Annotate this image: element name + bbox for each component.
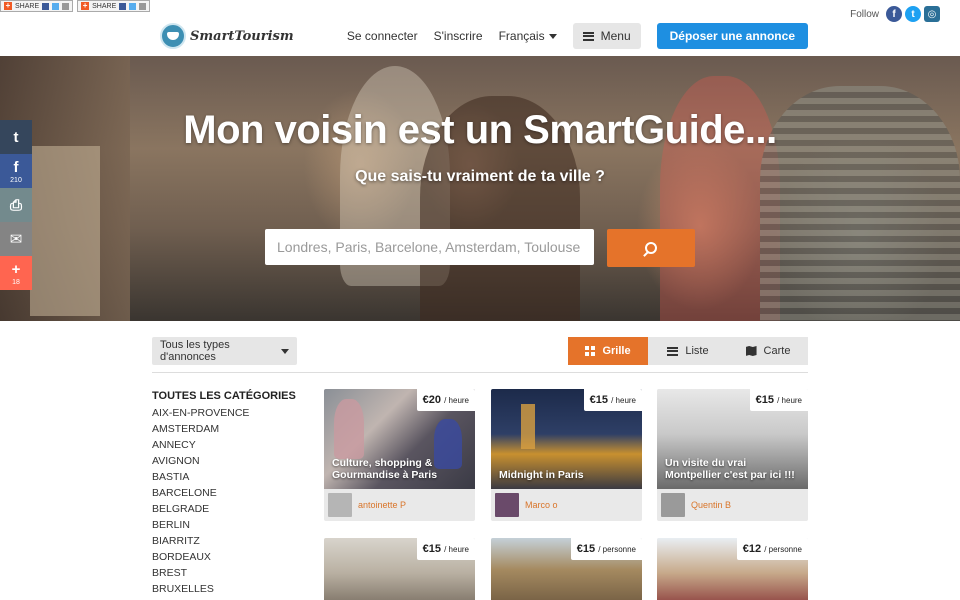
chevron-down-icon — [548, 33, 557, 39]
map-icon — [745, 346, 757, 356]
listing-card[interactable]: €20 / heure Culture, shopping & Gourmand… — [324, 389, 475, 521]
view-map-label: Carte — [763, 345, 791, 357]
language-select[interactable]: Français — [499, 29, 557, 43]
listing-author[interactable]: Quentin B — [661, 493, 731, 517]
listing-type-label: Tous les types d'annonces — [160, 339, 230, 363]
listing-card[interactable]: €15 / heure Un visite du vrai Montpellie… — [657, 389, 808, 521]
divider — [152, 372, 808, 373]
facebook-share-button[interactable]: f 210 — [0, 154, 32, 188]
view-map-button[interactable]: Carte — [728, 337, 808, 365]
hamburger-icon — [582, 31, 594, 41]
listing-card[interactable]: €12 / personne — [657, 538, 808, 600]
category-item[interactable]: BERLIN — [152, 517, 302, 533]
listing-price: €15 / heure — [583, 389, 642, 411]
email-icon: ✉ — [9, 231, 23, 248]
search-button[interactable] — [607, 229, 695, 267]
category-list: TOUTES LES CATÉGORIES AIX-EN-PROVENCE AM… — [152, 390, 302, 597]
more-share-count: 18 — [12, 278, 20, 286]
social-share-rail: t f 210 ⎙ ✉ + 18 — [0, 120, 32, 290]
brand-name: SmartTourism — [190, 28, 294, 44]
listing-card[interactable]: €15 / personne — [491, 538, 642, 600]
share-bar: + SHARE + SHARE — [0, 0, 151, 14]
email-share-button[interactable]: ✉ — [0, 222, 32, 256]
share-button[interactable]: + SHARE — [0, 0, 74, 12]
share-button-2[interactable]: + SHARE — [77, 0, 151, 12]
share-plus-icon: + — [11, 260, 21, 278]
avatar — [661, 493, 685, 517]
signup-link[interactable]: S'inscrire — [434, 29, 483, 43]
menu-button[interactable]: Menu — [572, 23, 641, 49]
search-icon — [645, 242, 657, 254]
menu-label: Menu — [600, 29, 631, 43]
category-item[interactable]: BORDEAUX — [152, 549, 302, 565]
listing-title: Culture, shopping & Gourmandise à Paris — [332, 457, 438, 481]
category-item[interactable]: BASTIA — [152, 469, 302, 485]
grid-icon — [585, 346, 596, 356]
category-item[interactable]: BRUXELLES — [152, 581, 302, 597]
hero-banner: Mon voisin est un SmartGuide... Que sais… — [0, 56, 960, 321]
addthis-icon: + — [81, 1, 90, 10]
listing-title: Un visite du vrai Montpellier c'est par … — [665, 457, 795, 481]
post-ad-button[interactable]: Déposer une annonce — [656, 23, 808, 49]
search-input[interactable] — [265, 229, 594, 265]
chevron-down-icon — [281, 348, 289, 354]
author-name: antoinette P — [358, 500, 407, 510]
logo-badge-icon — [160, 23, 186, 49]
site-header: SmartTourism Se connecter S'inscrire Fra… — [0, 14, 960, 56]
listing-title: Midnight in Paris — [499, 469, 584, 481]
facebook-icon: f — [13, 158, 19, 176]
twitter-mini-icon — [129, 2, 137, 10]
email-mini-icon — [139, 2, 147, 10]
login-link[interactable]: Se connecter — [347, 29, 418, 43]
listing-type-dropdown[interactable]: Tous les types d'annonces — [152, 337, 297, 365]
category-item[interactable]: AMSTERDAM — [152, 421, 302, 437]
list-icon — [667, 346, 679, 356]
category-item[interactable]: BELGRADE — [152, 501, 302, 517]
logo[interactable]: SmartTourism — [160, 23, 294, 49]
category-item[interactable]: BREST — [152, 565, 302, 581]
tumblr-share-button[interactable]: t — [0, 120, 32, 154]
category-item[interactable]: BIARRITZ — [152, 533, 302, 549]
category-item[interactable]: AIX-EN-PROVENCE — [152, 405, 302, 421]
email-mini-icon — [62, 2, 70, 10]
tumblr-icon: t — [13, 128, 19, 146]
print-button[interactable]: ⎙ — [0, 188, 32, 222]
listing-author[interactable]: antoinette P — [328, 493, 406, 517]
view-grid-button[interactable]: Grille — [568, 337, 648, 365]
category-item[interactable]: AVIGNON — [152, 453, 302, 469]
category-heading[interactable]: TOUTES LES CATÉGORIES — [152, 390, 302, 402]
category-item[interactable]: ANNECY — [152, 437, 302, 453]
top-nav: Se connecter S'inscrire Français Menu Dé… — [347, 23, 808, 49]
avatar — [495, 493, 519, 517]
listing-price: €15 / heure — [416, 538, 475, 560]
author-name: Quentin B — [691, 500, 732, 510]
view-grid-label: Grille — [602, 345, 631, 357]
listing-price: €12 / personne — [736, 538, 808, 560]
avatar — [328, 493, 352, 517]
view-list-button[interactable]: Liste — [648, 337, 728, 365]
listing-price: €15 / personne — [570, 538, 642, 560]
view-list-label: Liste — [685, 345, 709, 357]
language-label: Français — [498, 29, 545, 43]
listing-card[interactable]: €15 / heure Midnight in Paris Marco o — [491, 389, 642, 521]
facebook-share-count: 210 — [10, 176, 22, 184]
addthis-icon: + — [4, 1, 12, 10]
hero-title: Mon voisin est un SmartGuide... — [183, 108, 777, 152]
listing-author[interactable]: Marco o — [495, 493, 558, 517]
facebook-mini-icon — [42, 2, 50, 10]
hero-subtitle: Que sais-tu vraiment de ta ville ? — [355, 168, 605, 185]
listing-price: €15 / heure — [749, 389, 808, 411]
author-name: Marco o — [525, 500, 558, 510]
view-switcher: Grille Liste Carte — [568, 337, 808, 365]
category-item[interactable]: BARCELONE — [152, 485, 302, 501]
print-icon: ⎙ — [9, 196, 22, 214]
listing-price: €20 / heure — [416, 389, 475, 411]
share-label: SHARE — [92, 2, 117, 10]
listing-card[interactable]: €15 / heure — [324, 538, 475, 600]
twitter-mini-icon — [52, 2, 60, 10]
more-share-button[interactable]: + 18 — [0, 256, 32, 290]
facebook-mini-icon — [119, 2, 127, 10]
share-label: SHARE — [15, 2, 40, 10]
